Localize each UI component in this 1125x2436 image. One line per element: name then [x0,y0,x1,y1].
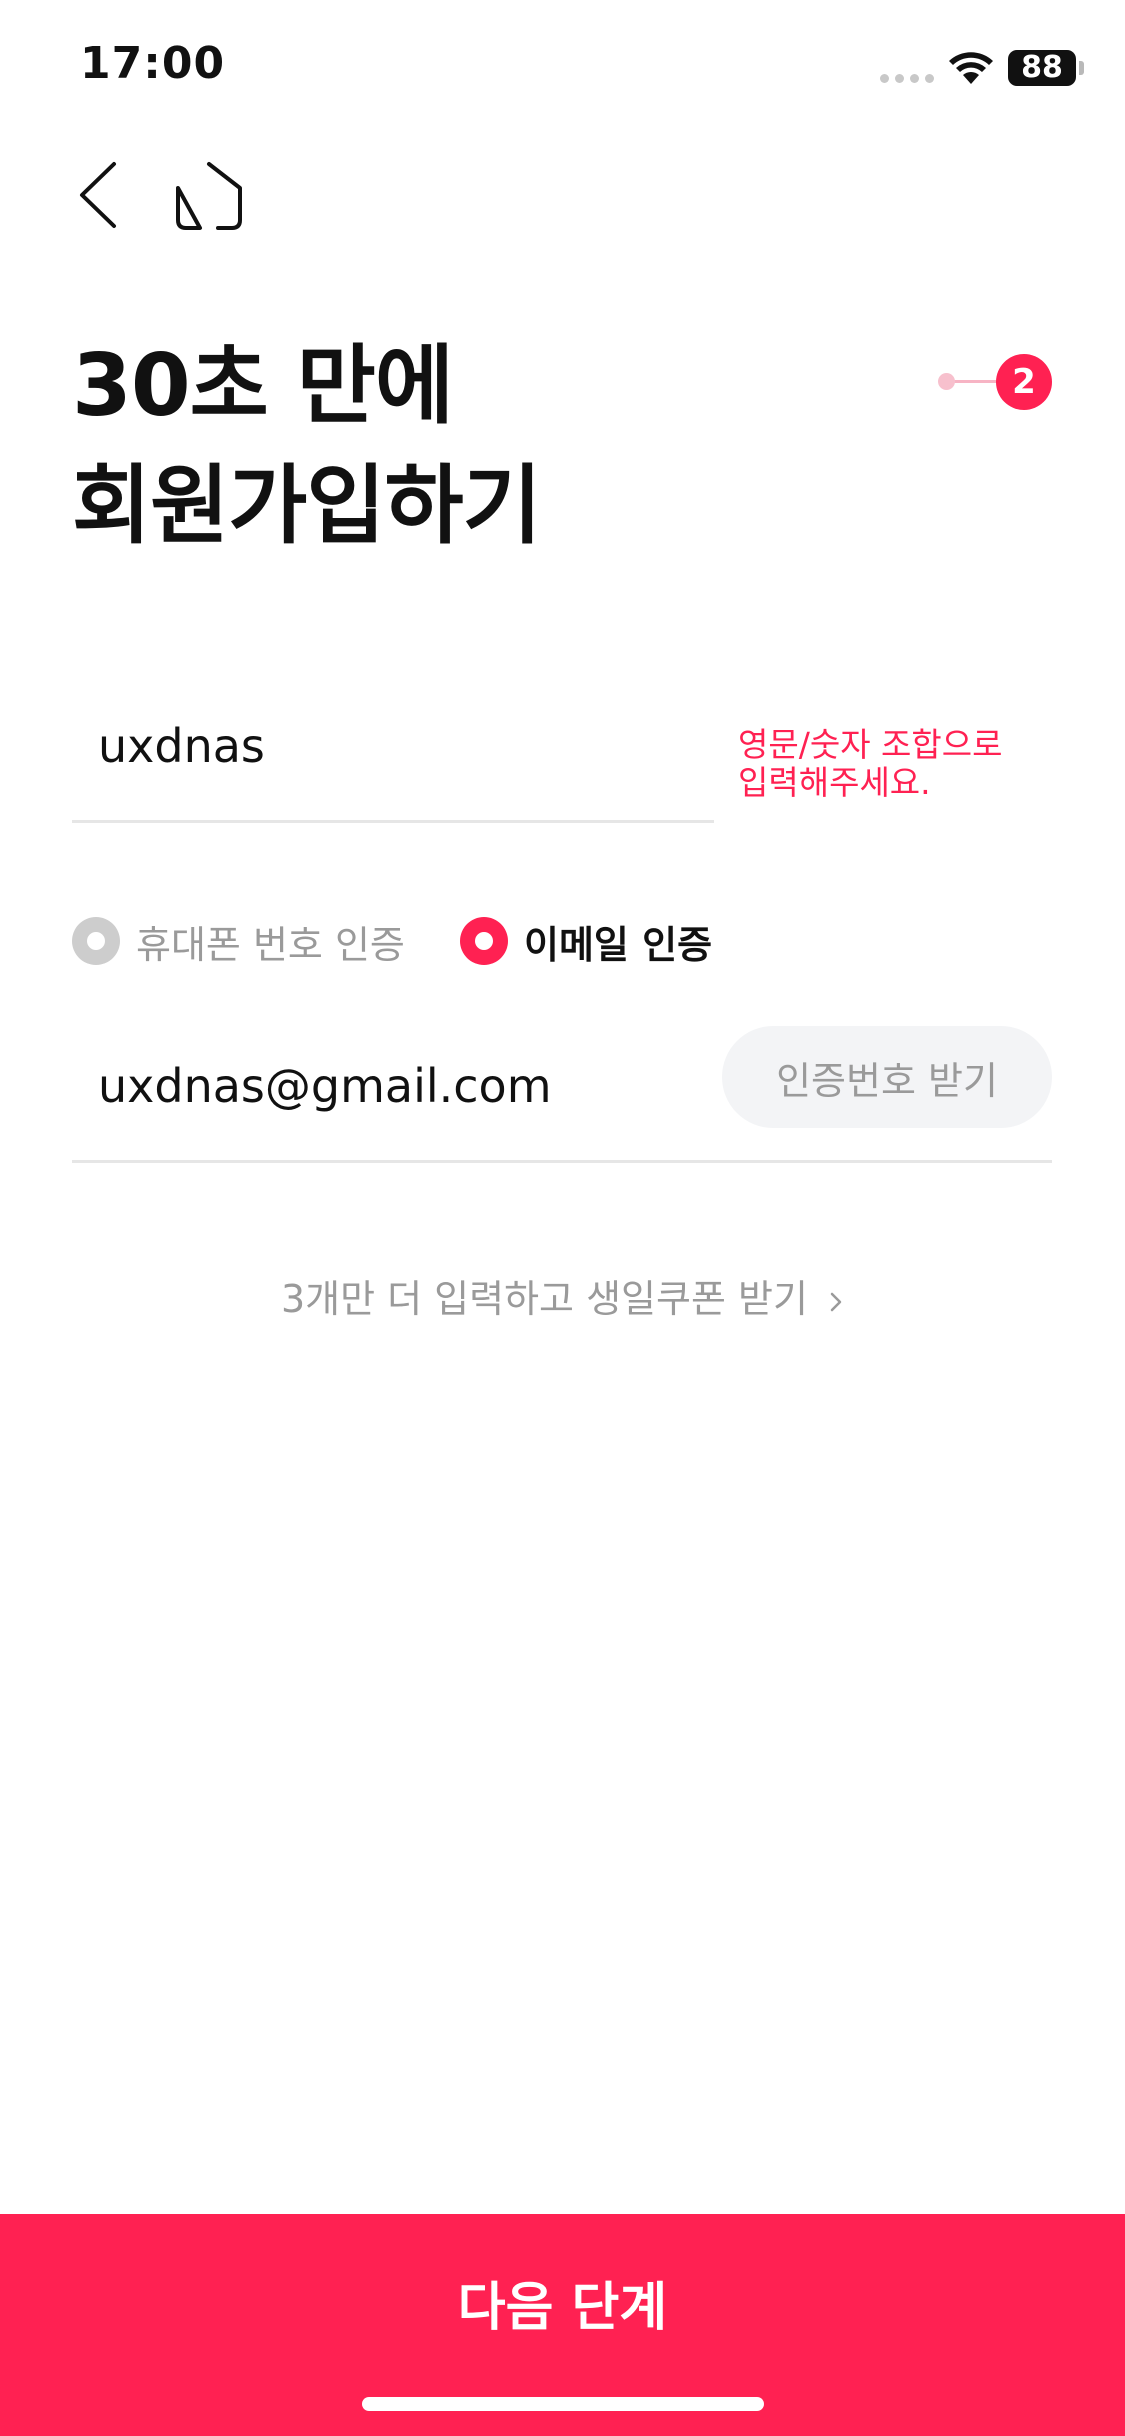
home-icon[interactable] [172,158,246,232]
id-validation-hint: 영문/숫자 조합으로 입력해주세요. [738,725,1003,802]
step-previous-dot [938,373,955,390]
radio-email-label: 이메일 인증 [524,922,713,967]
chevron-left-icon[interactable] [70,158,130,232]
radio-phone-label: 휴대폰 번호 인증 [136,922,405,967]
battery-icon: 88 [1008,50,1076,86]
id-field [72,700,714,823]
email-input[interactable] [98,1056,718,1116]
chevron-right-icon [830,1292,842,1311]
birthday-coupon-link[interactable]: 3개만 더 입력하고 생일쿠폰 받기 [0,1268,1125,1323]
radio-phone-verification[interactable]: 휴대폰 번호 인증 [72,906,405,976]
id-input[interactable] [98,716,698,776]
request-code-button[interactable]: 인증번호 받기 [722,1026,1052,1128]
wifi-icon [949,52,993,84]
step-badge: 2 [996,354,1052,410]
coupon-link-label: 3개만 더 입력하고 생일쿠폰 받기 [280,1277,808,1321]
status-bar: 17:00 88 [0,0,1125,140]
battery-tip [1079,61,1084,75]
page-title: 30초 만에 회원가입하기 [72,336,542,556]
status-time: 17:00 [80,38,226,89]
radio-email-verification[interactable]: 이메일 인증 [460,906,712,976]
home-indicator [362,2397,764,2411]
radio-unselected-icon [72,917,120,965]
radio-selected-icon [460,917,508,965]
cellular-signal-icon [880,74,934,83]
